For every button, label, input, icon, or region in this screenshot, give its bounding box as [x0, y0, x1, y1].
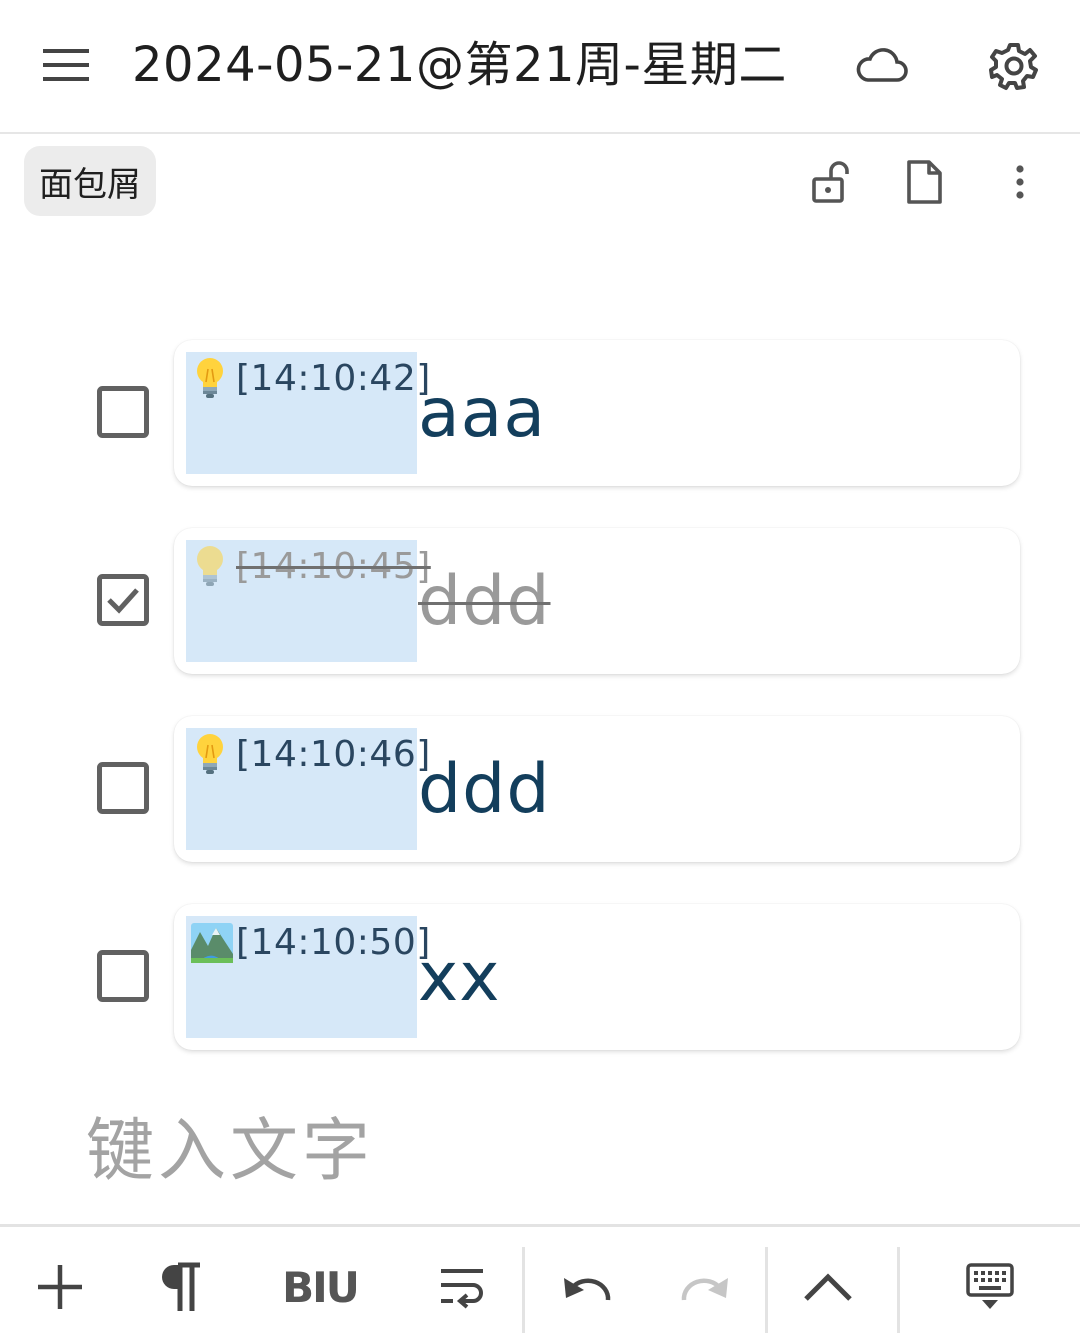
- todo-card[interactable]: [14:10:46] ddd: [174, 716, 1020, 862]
- app-bar: 2024-05-21@第21周-星期二: [0, 0, 1080, 134]
- checkbox-unchecked[interactable]: [97, 762, 149, 814]
- lightbulb-icon: [190, 544, 230, 590]
- todo-text[interactable]: ddd: [418, 750, 551, 830]
- chevron-up-icon[interactable]: [798, 1255, 858, 1319]
- keyboard-hide-icon[interactable]: [960, 1255, 1020, 1319]
- toolbar-divider: [522, 1247, 525, 1333]
- timestamp-text: [14:10:50]: [236, 922, 431, 963]
- timestamp-highlight: [14:10:42]: [186, 352, 430, 474]
- redo-icon[interactable]: [676, 1255, 736, 1319]
- document-icon[interactable]: [900, 156, 948, 208]
- todo-text[interactable]: xx: [418, 938, 500, 1018]
- hamburger-icon[interactable]: [36, 40, 96, 90]
- timestamp-text: [14:10:45]: [236, 546, 431, 587]
- more-vertical-icon[interactable]: [1000, 156, 1040, 208]
- toolbar-divider: [897, 1247, 900, 1333]
- todo-card[interactable]: [14:10:50] xx: [174, 904, 1020, 1050]
- timestamp-highlight: [14:10:50]: [186, 916, 430, 1038]
- todo-item: [14:10:42] aaa: [0, 338, 1080, 488]
- text-format-icon[interactable]: BIU: [270, 1255, 370, 1319]
- text-input-placeholder[interactable]: 键入文字: [86, 1112, 374, 1192]
- lightbulb-icon: [190, 732, 230, 778]
- landscape-icon: [190, 920, 233, 966]
- page-title: 2024-05-21@第21周-星期二: [132, 37, 787, 93]
- checkbox-checked[interactable]: [97, 574, 149, 626]
- timestamp-text: [14:10:42]: [236, 358, 431, 399]
- checkbox-unchecked[interactable]: [97, 950, 149, 1002]
- timestamp-highlight: [14:10:46]: [186, 728, 430, 850]
- timestamp-text: [14:10:46]: [236, 734, 431, 775]
- todo-item: [14:10:46] ddd: [0, 714, 1080, 864]
- todo-text[interactable]: aaa: [418, 374, 546, 454]
- todo-item: [14:10:50] xx: [0, 902, 1080, 1052]
- todo-item-completed: [14:10:45] ddd: [0, 526, 1080, 676]
- text-format-label: BIU: [282, 1262, 360, 1312]
- timestamp-highlight: [14:10:45]: [186, 540, 430, 662]
- unlock-icon[interactable]: [806, 156, 854, 208]
- todo-card[interactable]: [14:10:42] aaa: [174, 340, 1020, 486]
- editor-toolbar: BIU: [0, 1224, 1080, 1344]
- cloud-icon[interactable]: [852, 40, 912, 90]
- gear-icon[interactable]: [984, 36, 1044, 96]
- plus-icon[interactable]: [30, 1255, 90, 1319]
- breadcrumb-button[interactable]: 面包屑: [24, 146, 156, 216]
- wrap-icon[interactable]: [432, 1255, 492, 1319]
- checkbox-unchecked[interactable]: [97, 386, 149, 438]
- todo-text[interactable]: ddd: [418, 562, 551, 642]
- undo-icon[interactable]: [556, 1255, 616, 1319]
- lightbulb-icon: [190, 356, 230, 402]
- paragraph-icon[interactable]: [150, 1255, 210, 1319]
- todo-card[interactable]: [14:10:45] ddd: [174, 528, 1020, 674]
- toolbar-divider: [765, 1247, 768, 1333]
